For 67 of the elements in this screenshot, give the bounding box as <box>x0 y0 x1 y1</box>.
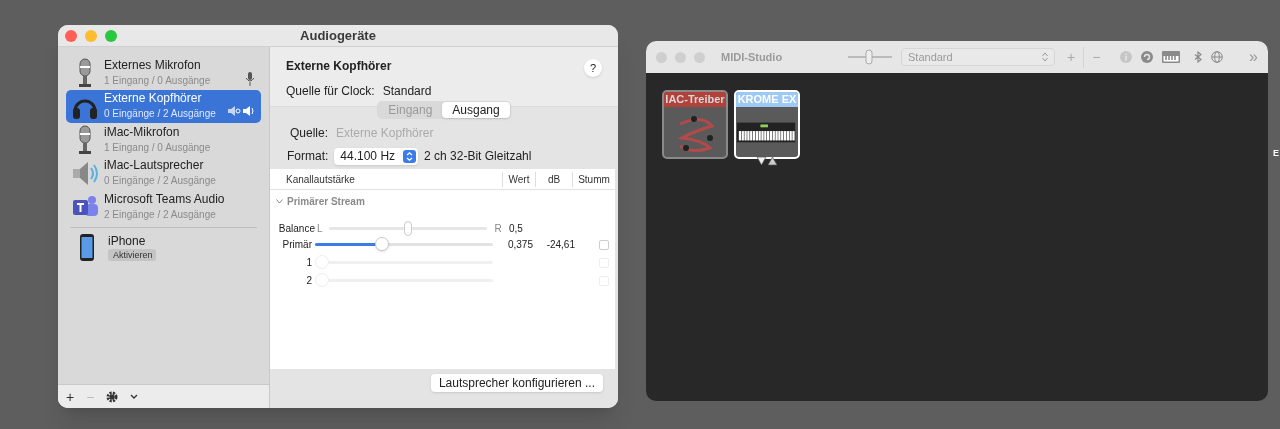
device-channels: 2 Eingänge / 2 Ausgänge <box>104 207 217 222</box>
stepper-icon <box>1042 52 1048 62</box>
device-name: iMac-Mikrofon <box>104 124 181 140</box>
right-label: R <box>493 221 503 236</box>
channel-label: Primär <box>281 238 313 252</box>
window-title: Audiogeräte <box>300 26 376 45</box>
device-name: KROME EX <box>736 92 798 107</box>
stepper-icon <box>403 149 417 163</box>
source-label: Quelle: <box>290 125 329 142</box>
clock-label: Quelle für Clock: <box>286 83 375 100</box>
device-channels: 1 Eingang / 0 Ausgänge <box>104 140 212 155</box>
value-text: 0,5 <box>508 221 523 236</box>
mute-checkbox[interactable] <box>599 239 609 250</box>
device-channels: 0 Eingänge / 2 Ausgänge <box>104 107 217 122</box>
slider-track[interactable] <box>329 220 487 236</box>
column-header[interactable]: Stumm <box>572 171 615 187</box>
device-title: Externe Kopfhörer <box>286 58 392 75</box>
minimize-button[interactable] <box>85 29 97 42</box>
column-header[interactable]: dB <box>535 171 572 187</box>
configure-button[interactable]: Lautsprecher konfigurieren ... <box>430 374 603 392</box>
device-name: IAC-Treiber <box>664 92 726 107</box>
left-label: L <box>317 221 324 236</box>
balance-label: Balance <box>277 221 316 236</box>
close-button[interactable] <box>65 29 77 42</box>
window-title: MIDI-Studio <box>721 49 784 65</box>
bluetooth-icon <box>1194 51 1203 63</box>
device-item[interactable]: iMac-Mikrofon 1 Eingang / 0 Ausgänge <box>66 123 261 157</box>
help-button[interactable]: ? <box>584 59 602 77</box>
activate-button[interactable]: Aktivieren <box>108 248 156 261</box>
device-name: Externe Kopfhörer <box>104 91 203 107</box>
channel-label: 1 <box>305 256 313 270</box>
slider-thumb[interactable] <box>374 237 389 251</box>
zoom-slider-icon <box>847 49 893 65</box>
device-item[interactable]: Externes Mikrofon 1 Eingang / 0 Ausgänge <box>66 56 261 90</box>
device-channels: 1 Eingang / 0 Ausgänge <box>104 73 212 88</box>
format-popup[interactable]: 44.100 Hz <box>334 147 419 165</box>
value-text: 0,375 <box>506 238 533 252</box>
globe-icon <box>1211 51 1224 63</box>
device-name: Externes Mikrofon <box>104 57 202 73</box>
refresh-icon <box>1141 51 1154 63</box>
device-name: iMac-Lautsprecher <box>104 158 205 174</box>
device-item[interactable]: iMac-Lautsprecher 0 Eingänge / 2 Ausgänge <box>66 156 261 190</box>
db-text: -24,61 <box>545 238 575 252</box>
device-item[interactable]: Externe Kopfhörer 0 Eingänge / 2 Ausgänge <box>66 89 261 123</box>
format-label: Format: <box>287 148 329 165</box>
chevron-down-icon <box>130 393 139 400</box>
slider-track[interactable] <box>315 237 493 252</box>
add-button[interactable]: + <box>66 389 75 404</box>
segment-tab[interactable]: Ausgang <box>442 102 510 118</box>
device-channels: 0 Eingänge / 2 Ausgänge <box>104 174 217 189</box>
edge-text: E <box>1273 147 1279 160</box>
device-name: iPhone <box>108 233 146 248</box>
column-header[interactable]: Kanallautstärke <box>270 171 502 187</box>
device-name: Microsoft Teams Audio <box>104 191 226 207</box>
column-header[interactable]: Wert <box>502 171 535 187</box>
group-label: Primärer Stream <box>287 195 365 209</box>
port-arrows-icon <box>756 156 778 166</box>
source-value: Externe Kopfhörer <box>336 125 434 142</box>
channel-label: 2 <box>305 274 313 288</box>
zoom-button[interactable] <box>105 29 117 42</box>
keyboard-icon <box>1162 51 1181 63</box>
format-info: 2 ch 32-Bit Gleitzahl <box>424 148 532 165</box>
slider-thumb[interactable] <box>404 220 412 236</box>
clock-value: Standard <box>382 83 432 100</box>
device-card[interactable]: IAC-Treiber <box>662 90 728 159</box>
info-icon <box>1120 51 1133 63</box>
device-item[interactable]: Microsoft Teams Audio 2 Eingänge / 2 Ausgänge <box>66 190 261 224</box>
